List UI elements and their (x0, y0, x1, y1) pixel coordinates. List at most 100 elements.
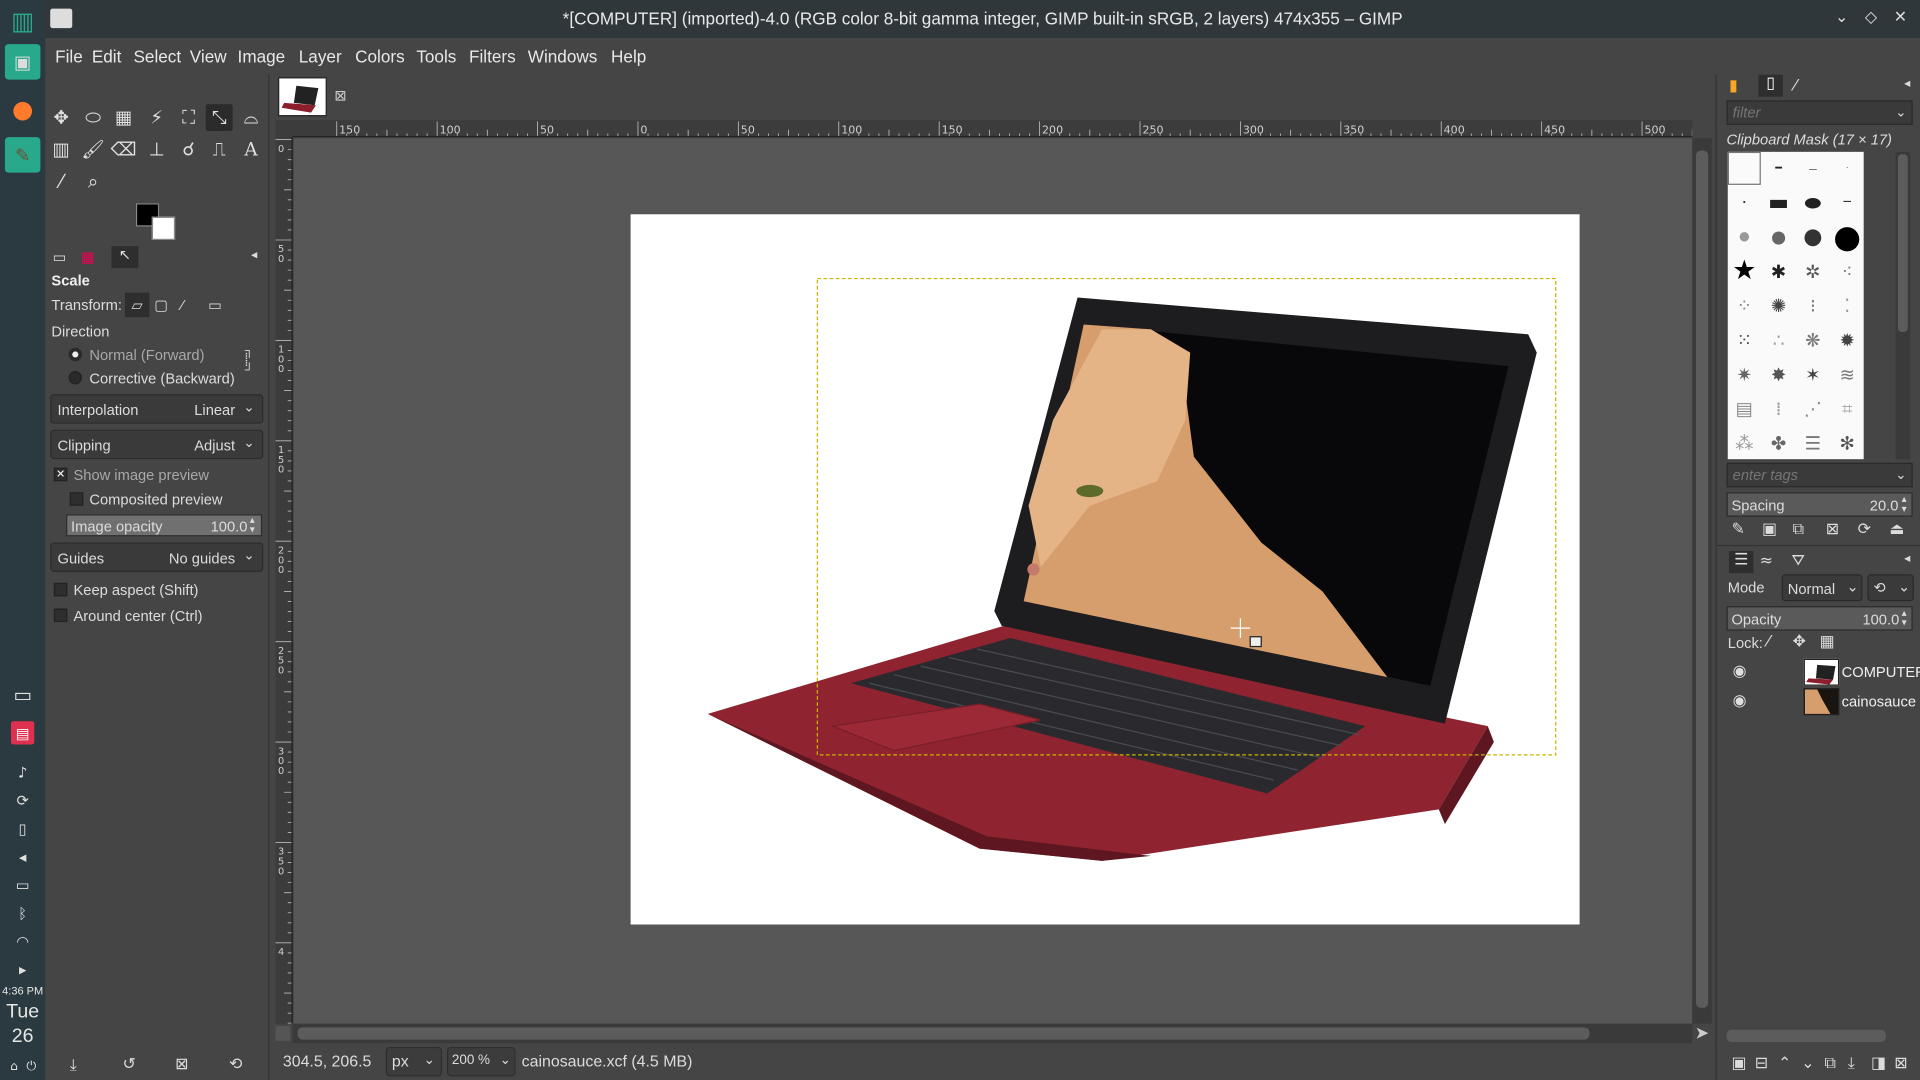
brush-item[interactable]: ⬬ (1796, 186, 1829, 219)
menu-colors[interactable]: Colors (355, 47, 405, 67)
background-color-swatch[interactable] (151, 216, 176, 241)
menu-file[interactable]: File (55, 47, 83, 67)
image-opacity-slider[interactable]: Image opacity 100.0 ▴ ▾ (66, 514, 263, 537)
brush-scroll-thumb[interactable] (1897, 154, 1908, 332)
canvas-viewport[interactable] (293, 138, 1693, 1024)
clipboard-icon[interactable]: ▯ (11, 817, 34, 840)
paintbrush-tab-icon[interactable]: ⁄ (1794, 77, 1797, 95)
gimp-icon[interactable]: ✎ (4, 137, 41, 173)
lock-alpha-icon[interactable]: ▦ (1820, 633, 1835, 651)
brush-item[interactable]: — (1796, 152, 1829, 185)
clipping-combo[interactable]: Clipping Adjust ⌄ (50, 429, 264, 460)
vertical-scroll-thumb[interactable] (1695, 150, 1709, 1008)
delete-layer-icon[interactable]: ⊠ (1894, 1054, 1907, 1072)
pointer-tab-icon[interactable]: ↖ (111, 246, 139, 269)
menu-windows[interactable]: Windows (528, 47, 598, 67)
power-icon[interactable]: ⏻ (20, 1056, 43, 1079)
transform-layer-icon[interactable]: ▱ (124, 292, 150, 318)
lock-position-icon[interactable]: ✥ (1793, 633, 1806, 651)
brush-item[interactable]: ⋰ (1796, 392, 1829, 425)
eye-icon[interactable]: ◉ (1733, 662, 1747, 680)
merge-layer-icon[interactable]: ⤓ (1848, 1054, 1855, 1072)
brush-item[interactable]: ━ (1762, 152, 1795, 185)
minimize-icon[interactable]: ⌄ (1831, 7, 1853, 29)
bluetooth-icon[interactable]: ᛒ (11, 901, 34, 924)
horizontal-scrollbar[interactable] (292, 1023, 1693, 1044)
close-icon[interactable]: ⊠ (334, 87, 346, 104)
interpolation-combo[interactable]: Interpolation Linear ⌄ (50, 394, 264, 424)
brush-item[interactable]: ✲ (1796, 255, 1829, 288)
configure-tab-icon[interactable]: ◂ (1904, 552, 1910, 565)
horizontal-ruler[interactable]: 150 100 50 0 50 100 150 200 250 300 350 400 450 500 (292, 120, 1693, 138)
lower-layer-icon[interactable]: ⌄ (1801, 1054, 1814, 1072)
brush-item[interactable]: ✺ (1762, 289, 1795, 322)
eye-icon[interactable]: ◉ (1733, 692, 1747, 710)
brush-item[interactable]: ● (1796, 220, 1829, 253)
navigate-icon[interactable]: ➤ (1695, 1024, 1709, 1044)
around-center-checkbox[interactable] (53, 608, 68, 623)
zoom-tool-icon[interactable]: ⌕ (80, 168, 107, 195)
composite-mode-select[interactable]: ⟲ ⌄ (1867, 574, 1914, 602)
layer-row[interactable]: ◉ cainosauce (1727, 687, 1920, 716)
layer-mode-select[interactable]: Normal ⌄ (1781, 574, 1863, 602)
layer-row[interactable]: ◉ COMPUTER (1727, 658, 1920, 687)
firefox-icon[interactable]: ● (5, 91, 41, 127)
horizontal-scroll-thumb[interactable] (297, 1027, 1590, 1040)
menu-help[interactable]: Help (611, 47, 646, 67)
save-preset-icon[interactable]: ⤓ (70, 1056, 77, 1076)
edit-brush-icon[interactable]: ✎ (1731, 520, 1744, 538)
battery-icon[interactable]: ▭ (11, 873, 34, 896)
duplicate-layer-icon[interactable]: ⧉ (1825, 1054, 1836, 1072)
spin-arrows-icon[interactable]: ▴ ▾ (1902, 608, 1907, 629)
brush-item[interactable]: ⁖ (1831, 255, 1864, 288)
layer-name[interactable]: COMPUTER (1842, 664, 1920, 681)
smudge-tool-icon[interactable]: ☌ (175, 136, 202, 163)
brush-item[interactable]: · (1831, 152, 1864, 185)
paths-tab-icon[interactable]: ⛛ (1791, 552, 1804, 570)
tool-options-tab-icon[interactable]: ▭ (53, 249, 67, 266)
delete-brush-icon[interactable]: ⊠ (1826, 520, 1839, 538)
brushes-tab-icon[interactable]: ▯ (1758, 74, 1783, 97)
brush-item[interactable]: ✻ (1831, 426, 1864, 459)
brush-item[interactable]: ⁘ (1728, 289, 1761, 322)
clone-tool-icon[interactable]: ⊥ (143, 136, 170, 163)
quick-mask-toggle-icon[interactable] (275, 1026, 291, 1041)
brush-item[interactable]: ⌗ (1831, 392, 1864, 425)
brush-grid[interactable]: ━ — · • ▬ ⬬ ─ ● ● ● ● ★ ✱ ✲ ⁖ ⁘ ✺ ⁝ ⁚ ⁙ … (1727, 151, 1864, 460)
raise-layer-icon[interactable]: ⌃ (1778, 1054, 1791, 1072)
clock-time[interactable]: 4:36 PM (0, 984, 45, 996)
brush-item[interactable]: ✶ (1796, 358, 1829, 391)
transform-selection-icon[interactable]: ▢ (154, 296, 168, 313)
brush-item[interactable]: ● (1831, 219, 1864, 256)
notifications-icon[interactable]: ♪ (11, 760, 34, 783)
menu-filters[interactable]: Filters (469, 47, 516, 67)
transform-path-icon[interactable]: ⁄ (181, 296, 183, 313)
brush-item[interactable]: ⁝ (1796, 289, 1829, 322)
updates-icon[interactable]: ⟳ (11, 789, 34, 812)
composited-preview-checkbox[interactable] (69, 492, 84, 506)
brush-item[interactable]: ❋ (1796, 323, 1829, 356)
brush-scrollbar[interactable] (1895, 151, 1911, 460)
brush-filter[interactable]: ⌄ (1726, 100, 1913, 125)
spin-arrows-icon[interactable]: ▴ ▾ (1902, 494, 1907, 515)
brush-item[interactable]: ▬ (1762, 186, 1795, 219)
menu-edit[interactable]: Edit (92, 47, 122, 67)
color-picker-icon[interactable]: ⁄ (48, 168, 75, 195)
text-tool-icon[interactable]: A (238, 136, 265, 163)
add-mask-icon[interactable]: ◨ (1871, 1054, 1886, 1072)
brush-item[interactable]: ☰ (1796, 426, 1829, 459)
configure-tab-icon[interactable]: ◂ (251, 249, 257, 262)
configure-tab-icon[interactable]: ◂ (1904, 77, 1910, 90)
window-icon[interactable]: ▭ (11, 683, 34, 706)
volume-icon[interactable]: ◂ (11, 845, 34, 868)
brush-item[interactable]: ✤ (1762, 426, 1795, 459)
brush-item[interactable]: ⁙ (1728, 323, 1761, 356)
close-window-icon[interactable]: ✕ (1889, 7, 1911, 29)
eraser-icon[interactable]: ⌫ (110, 136, 137, 163)
open-brush-icon[interactable]: ⏏ (1889, 520, 1904, 538)
zoom-select[interactable]: 200 % ⌄ (446, 1046, 516, 1077)
brush-item[interactable]: ● (1762, 220, 1795, 253)
brush-item[interactable]: ✷ (1728, 358, 1761, 391)
paths-tool-icon[interactable]: ⎍ (206, 136, 233, 163)
maximize-icon[interactable]: ◇ (1860, 7, 1882, 29)
